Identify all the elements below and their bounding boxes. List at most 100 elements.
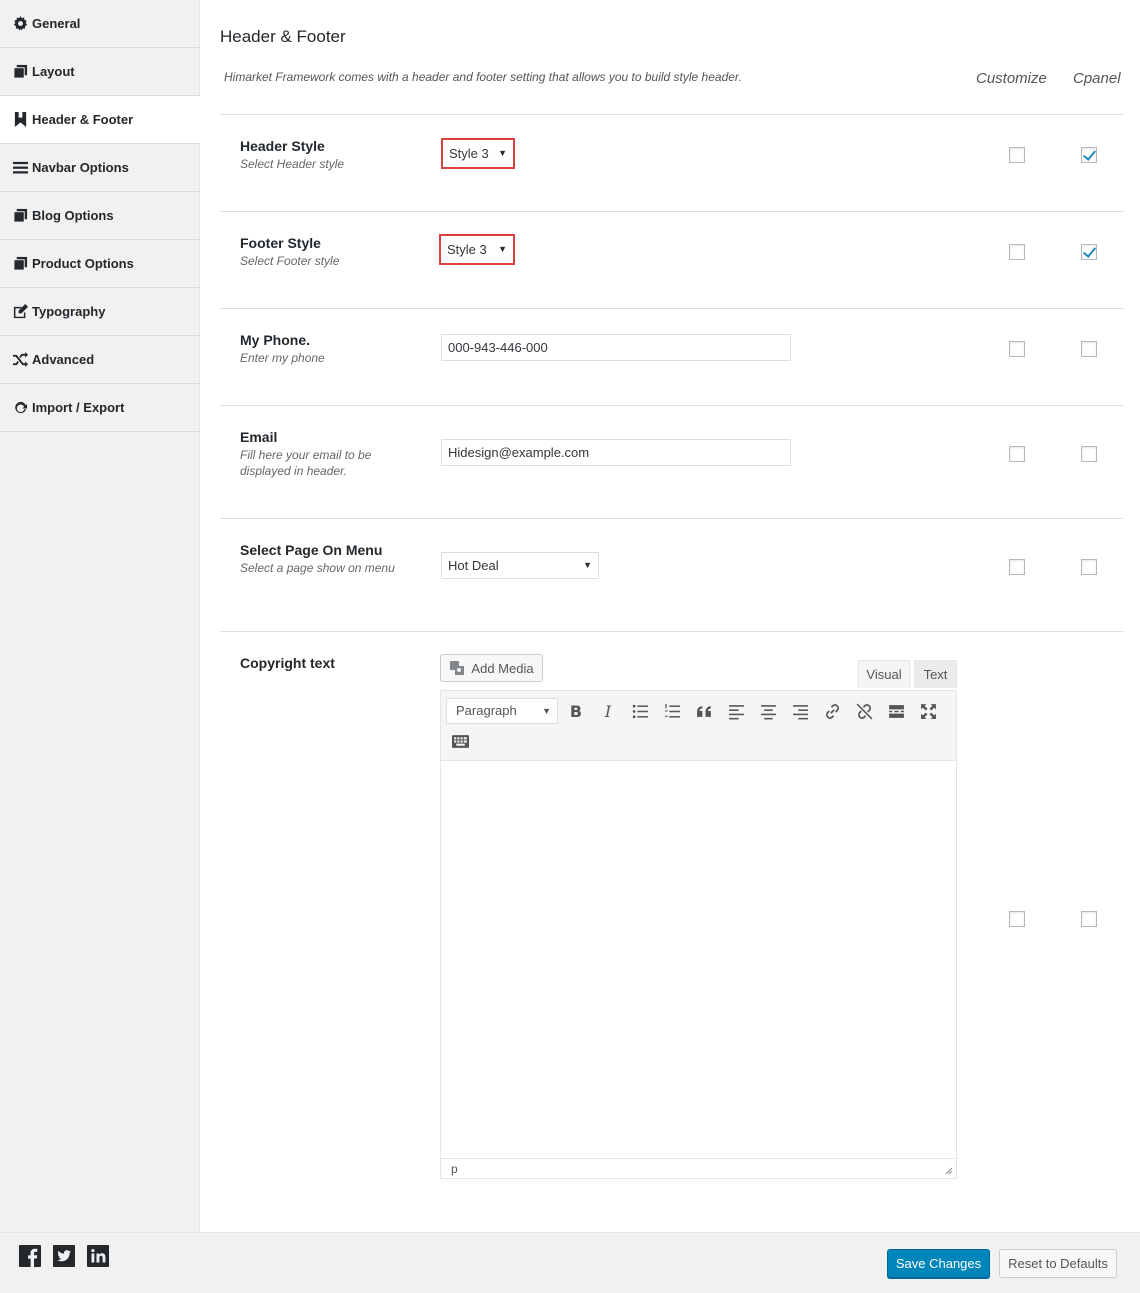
tab-text[interactable]: Text bbox=[914, 660, 957, 688]
sidebar-item-blog-options[interactable]: Blog Options bbox=[0, 192, 199, 240]
sidebar-item-label: Import / Export bbox=[32, 400, 125, 415]
blockquote-icon[interactable] bbox=[694, 701, 714, 721]
select-value: Style 3 bbox=[449, 146, 489, 161]
dropdown-arrow-icon: ▼ bbox=[498, 244, 507, 254]
customize-checkbox[interactable] bbox=[1009, 341, 1025, 357]
dropdown-arrow-icon: ▼ bbox=[583, 560, 592, 570]
editor-content-area[interactable] bbox=[441, 761, 956, 1159]
option-row-footer-style: Footer Style Select Footer style Style 3… bbox=[220, 211, 1123, 308]
options-footer: Save Changes Reset to Defaults bbox=[0, 1232, 1140, 1293]
media-icon bbox=[450, 661, 465, 675]
bars-icon bbox=[12, 160, 28, 176]
reset-defaults-button[interactable]: Reset to Defaults bbox=[999, 1249, 1117, 1278]
format-value: Paragraph bbox=[456, 703, 517, 718]
option-title: Footer Style bbox=[240, 235, 321, 251]
editor-statusbar: p bbox=[441, 1158, 956, 1178]
cpanel-checkbox[interactable] bbox=[1081, 147, 1097, 163]
add-media-button[interactable]: Add Media bbox=[440, 654, 543, 682]
page-menu-select[interactable]: Hot Deal ▼ bbox=[441, 552, 599, 579]
facebook-icon[interactable] bbox=[19, 1245, 41, 1267]
align-left-icon[interactable] bbox=[726, 701, 746, 721]
option-description: Select Footer style bbox=[240, 254, 340, 268]
option-title: Email bbox=[240, 429, 278, 445]
phone-input[interactable]: 000-943-446-000 bbox=[441, 334, 791, 361]
copy-icon bbox=[12, 256, 28, 272]
option-description: Enter my phone bbox=[240, 351, 325, 365]
bold-icon[interactable]: B bbox=[566, 701, 586, 721]
element-path: p bbox=[451, 1162, 458, 1176]
option-row-email: Email Fill here your email to be display… bbox=[220, 405, 1123, 518]
option-title: Header Style bbox=[240, 138, 325, 154]
read-more-icon[interactable] bbox=[886, 701, 906, 721]
toolbar-toggle-icon[interactable] bbox=[450, 731, 470, 751]
edit-icon bbox=[12, 304, 28, 320]
copyright-editor: Paragraph ▼ B I p bbox=[440, 690, 957, 1179]
cpanel-checkbox[interactable] bbox=[1081, 911, 1097, 927]
sidebar-item-label: Advanced bbox=[32, 352, 95, 367]
email-input[interactable]: Hidesign@example.com bbox=[441, 439, 791, 466]
bookmark-icon bbox=[12, 112, 28, 128]
customize-checkbox[interactable] bbox=[1009, 559, 1025, 575]
numbered-list-icon[interactable] bbox=[662, 701, 682, 721]
sidebar-item-layout[interactable]: Layout bbox=[0, 48, 199, 96]
sidebar-item-advanced[interactable]: Advanced bbox=[0, 336, 199, 384]
sidebar-item-label: Header & Footer bbox=[32, 112, 134, 127]
cpanel-checkbox[interactable] bbox=[1081, 559, 1097, 575]
option-title: My Phone. bbox=[240, 332, 311, 348]
customize-checkbox[interactable] bbox=[1009, 446, 1025, 462]
sidebar-item-label: Layout bbox=[32, 64, 75, 79]
column-header-cpanel: Cpanel bbox=[1073, 70, 1121, 87]
option-row-page-menu: Select Page On Menu Select a page show o… bbox=[220, 518, 1123, 631]
page-title: Header & Footer bbox=[220, 27, 346, 46]
format-select[interactable]: Paragraph ▼ bbox=[446, 698, 558, 724]
sidebar: General Layout Header & Footer Navbar Op… bbox=[0, 0, 201, 1232]
cpanel-checkbox[interactable] bbox=[1081, 446, 1097, 462]
header-style-select[interactable]: Style 3 ▼ bbox=[441, 138, 515, 169]
copy-icon bbox=[12, 64, 28, 80]
twitter-icon[interactable] bbox=[53, 1245, 75, 1267]
options-panel: Header & Footer Himarket Framework comes… bbox=[200, 0, 1140, 1232]
customize-checkbox[interactable] bbox=[1009, 911, 1025, 927]
linkedin-icon[interactable] bbox=[87, 1245, 109, 1267]
add-media-label: Add Media bbox=[471, 660, 534, 676]
sidebar-item-label: Typography bbox=[32, 304, 106, 319]
sidebar-item-typography[interactable]: Typography bbox=[0, 288, 199, 336]
customize-checkbox[interactable] bbox=[1009, 244, 1025, 260]
dropdown-arrow-icon: ▼ bbox=[498, 148, 507, 158]
align-center-icon[interactable] bbox=[758, 701, 778, 721]
sidebar-item-header-footer[interactable]: Header & Footer bbox=[0, 96, 201, 144]
random-icon bbox=[12, 352, 28, 368]
select-value: Style 3 bbox=[447, 242, 487, 257]
cpanel-checkbox[interactable] bbox=[1081, 244, 1097, 260]
sidebar-item-navbar-options[interactable]: Navbar Options bbox=[0, 144, 199, 192]
tab-visual[interactable]: Visual bbox=[858, 660, 910, 688]
link-icon[interactable] bbox=[822, 701, 842, 721]
fullscreen-icon[interactable] bbox=[918, 701, 938, 721]
select-value: Hot Deal bbox=[448, 558, 499, 573]
sidebar-item-label: Product Options bbox=[32, 256, 134, 271]
bullet-list-icon[interactable] bbox=[630, 701, 650, 721]
footer-style-select[interactable]: Style 3 ▼ bbox=[439, 234, 515, 265]
sidebar-item-import-export[interactable]: Import / Export bbox=[0, 384, 199, 432]
option-row-header-style: Header Style Select Header style Style 3… bbox=[220, 114, 1123, 211]
option-row-phone: My Phone. Enter my phone 000-943-446-000 bbox=[220, 308, 1123, 405]
sidebar-item-label: General bbox=[32, 16, 81, 31]
copy-icon bbox=[12, 208, 28, 224]
save-changes-button[interactable]: Save Changes bbox=[887, 1249, 990, 1278]
customize-checkbox[interactable] bbox=[1009, 147, 1025, 163]
section-intro: Himarket Framework comes with a header a… bbox=[224, 70, 742, 84]
sidebar-item-label: Navbar Options bbox=[32, 160, 129, 175]
align-right-icon[interactable] bbox=[790, 701, 810, 721]
unlink-icon[interactable] bbox=[854, 701, 874, 721]
option-description: Select Header style bbox=[240, 157, 345, 171]
column-header-customize: Customize bbox=[976, 70, 1047, 87]
cpanel-checkbox[interactable] bbox=[1081, 341, 1097, 357]
sidebar-item-general[interactable]: General bbox=[0, 0, 199, 48]
option-title: Select Page On Menu bbox=[240, 542, 383, 558]
italic-icon[interactable]: I bbox=[598, 701, 618, 721]
refresh-icon bbox=[12, 400, 28, 416]
resize-handle-icon[interactable] bbox=[945, 1167, 953, 1175]
sidebar-item-label: Blog Options bbox=[32, 208, 114, 223]
sidebar-item-product-options[interactable]: Product Options bbox=[0, 240, 199, 288]
gear-icon bbox=[12, 16, 28, 32]
